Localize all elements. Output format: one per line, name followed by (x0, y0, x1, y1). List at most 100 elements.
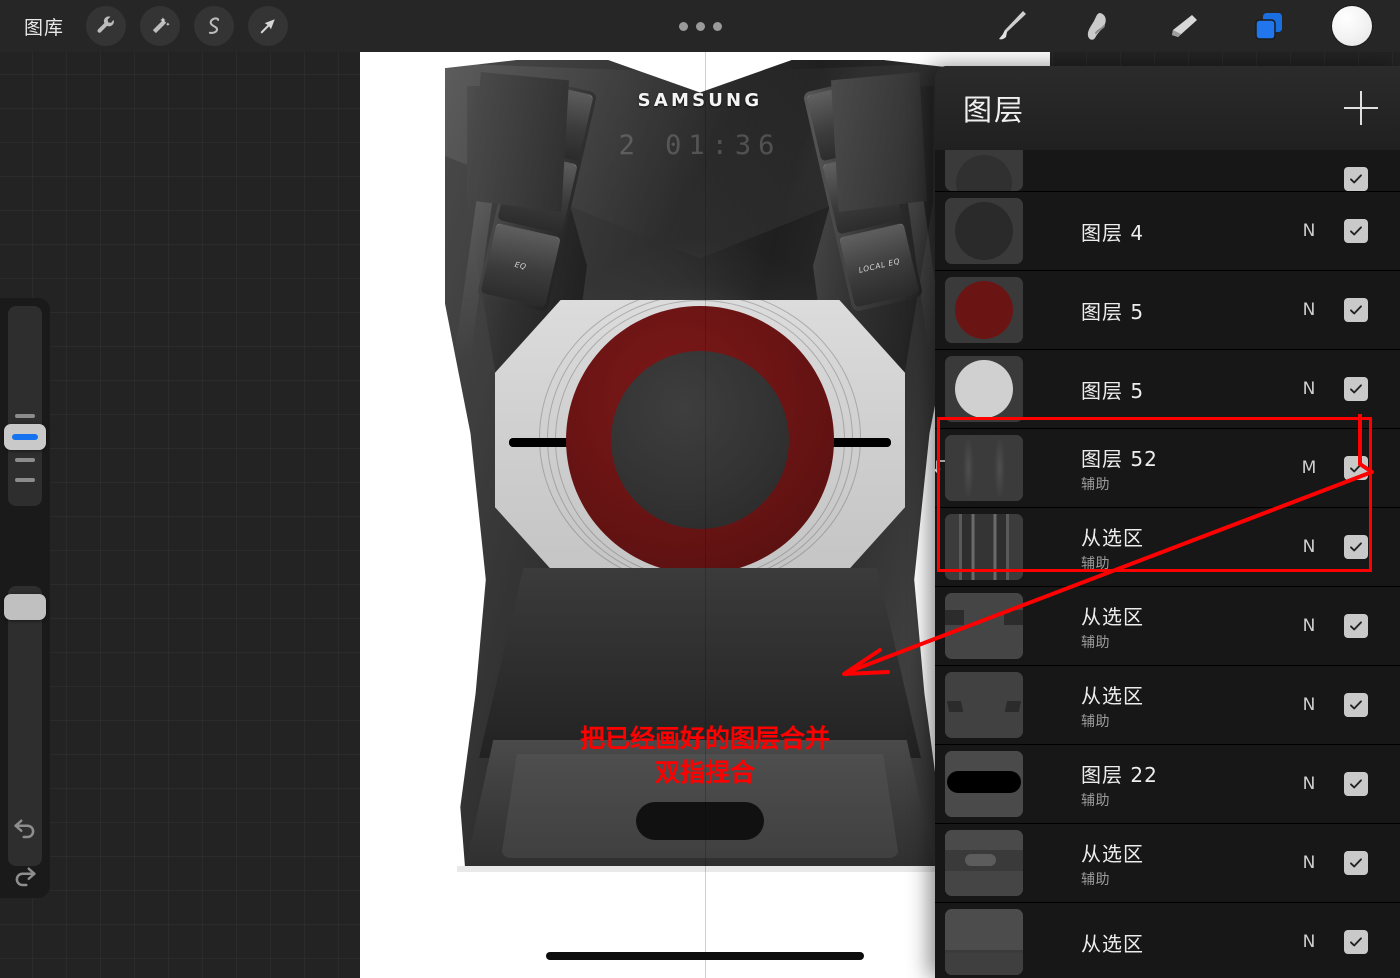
eraser-button[interactable] (1160, 3, 1206, 49)
layer-thumbnail[interactable] (945, 435, 1023, 501)
base-bottom-edge (457, 866, 943, 872)
thumb-shape (945, 909, 1023, 975)
transform-button[interactable] (248, 6, 288, 46)
brush-size-handle[interactable] (4, 424, 46, 450)
layer-thumbnail[interactable] (945, 356, 1023, 422)
layers-panel[interactable]: 图层 图层 4N图层 5N图层 5N图层 52辅助M从选区辅助N从选区辅助N从选… (935, 66, 1400, 978)
layer-row[interactable]: 从选区辅助N (935, 666, 1400, 745)
layer-thumbnail[interactable] (945, 909, 1023, 975)
eq-key-label: EQ (514, 260, 528, 272)
layer-row[interactable]: 从选区辅助N (935, 508, 1400, 587)
gallery-button[interactable]: 图库 (16, 13, 72, 40)
layer-thumbnail[interactable] (945, 198, 1023, 264)
lower-panel-left (473, 72, 569, 212)
layer-thumbnail[interactable] (945, 751, 1023, 817)
top-toolbar[interactable]: 图库 (0, 0, 1400, 52)
checkmark-icon (1348, 171, 1364, 187)
layer-name: 从选区 (1081, 522, 1292, 551)
checkmark-icon (1348, 855, 1364, 871)
layer-visibility-checkbox[interactable] (1344, 219, 1368, 243)
layer-name: 图层 52 (1081, 443, 1292, 472)
thumb-shape (955, 281, 1013, 339)
layer-name: 图层 5 (1081, 375, 1292, 404)
brush-size-slider[interactable] (8, 306, 42, 506)
layer-sublabel: 辅助 (1081, 474, 1292, 494)
blend-mode-indicator[interactable]: N (1292, 853, 1326, 873)
layer-visibility-checkbox[interactable] (1344, 298, 1368, 322)
layer-thumbnail[interactable] (945, 514, 1023, 580)
blend-mode-indicator[interactable]: N (1292, 300, 1326, 320)
layer-row[interactable]: 图层 52辅助M (935, 429, 1400, 508)
blend-mode-indicator[interactable]: N (1292, 774, 1326, 794)
checkmark-icon (1348, 223, 1364, 239)
layer-visibility-checkbox[interactable] (1344, 851, 1368, 875)
layer-row[interactable]: 从选区N (935, 903, 1400, 978)
layer-thumbnail[interactable] (945, 277, 1023, 343)
layer-row[interactable] (935, 150, 1400, 192)
annotation-line-2: 双指捏合 (655, 758, 755, 787)
layers-button[interactable] (1246, 3, 1292, 49)
layer-row[interactable]: 图层 5N (935, 271, 1400, 350)
checkmark-icon (1348, 934, 1364, 950)
blend-mode-indicator[interactable]: N (1292, 695, 1326, 715)
thumb-shape (945, 751, 1023, 817)
layer-visibility-checkbox[interactable] (1344, 377, 1368, 401)
layers-panel-title: 图层 (963, 87, 1025, 129)
layer-visibility-checkbox[interactable] (1344, 693, 1368, 717)
brush-button[interactable] (988, 3, 1034, 49)
layer-visibility-checkbox[interactable] (1344, 614, 1368, 638)
undo-icon[interactable] (10, 812, 40, 842)
layers-panel-header: 图层 (935, 66, 1400, 150)
layer-list[interactable]: 图层 4N图层 5N图层 5N图层 52辅助M从选区辅助N从选区辅助N从选区辅助… (935, 150, 1400, 978)
thumb-shape (955, 202, 1013, 260)
layer-name: 从选区 (1081, 601, 1292, 630)
base-pill-cutout (636, 802, 764, 840)
eraser-icon (1162, 5, 1204, 47)
layer-name: 图层 5 (1081, 296, 1292, 325)
layer-sublabel: 辅助 (1081, 869, 1292, 889)
thumb-shape (945, 830, 1023, 896)
dot-1 (679, 22, 688, 31)
opacity-handle[interactable] (4, 594, 46, 620)
layer-visibility-checkbox[interactable] (1344, 167, 1368, 191)
layer-row[interactable]: 图层 5N (935, 350, 1400, 429)
checkmark-icon (1348, 776, 1364, 792)
checkmark-icon (1348, 618, 1364, 634)
layer-label-group: 从选区 (1081, 928, 1292, 957)
layer-label-group: 图层 22辅助 (1081, 759, 1292, 810)
thumb-shape (945, 672, 1023, 738)
blend-mode-indicator[interactable]: N (1292, 616, 1326, 636)
layer-visibility-checkbox[interactable] (1344, 456, 1368, 480)
dot-3 (713, 22, 722, 31)
selection-button[interactable] (194, 6, 234, 46)
adjustments-wand-button[interactable] (140, 6, 180, 46)
layer-thumbnail[interactable] (945, 593, 1023, 659)
blend-mode-indicator[interactable]: N (1292, 537, 1326, 557)
blend-mode-indicator[interactable]: N (1292, 221, 1326, 241)
color-swatch-button[interactable] (1332, 6, 1372, 46)
layer-thumbnail[interactable] (945, 672, 1023, 738)
tool-sidebar[interactable] (0, 298, 50, 898)
layer-row[interactable]: 图层 4N (935, 192, 1400, 271)
layer-thumbnail[interactable] (945, 830, 1023, 896)
blend-mode-indicator[interactable]: M (1292, 458, 1326, 478)
layer-row[interactable]: 图层 22辅助N (935, 745, 1400, 824)
layer-label-group: 图层 5 (1081, 375, 1292, 404)
actions-wrench-button[interactable] (86, 6, 126, 46)
smudge-button[interactable] (1074, 3, 1120, 49)
blend-mode-indicator[interactable]: N (1292, 932, 1326, 952)
redo-icon[interactable] (10, 860, 40, 890)
blend-mode-indicator[interactable]: N (1292, 379, 1326, 399)
checkmark-icon (1348, 381, 1364, 397)
add-layer-button[interactable] (1344, 91, 1378, 125)
layer-visibility-checkbox[interactable] (1344, 535, 1368, 559)
layer-thumbnail[interactable] (945, 150, 1023, 191)
local-eq-label: LOCAL EQ (858, 256, 901, 275)
layer-row[interactable]: 从选区辅助N (935, 824, 1400, 903)
layer-visibility-checkbox[interactable] (1344, 772, 1368, 796)
layer-row[interactable]: 从选区辅助N (935, 587, 1400, 666)
layer-visibility-checkbox[interactable] (1344, 930, 1368, 954)
layer-label-group: 从选区辅助 (1081, 838, 1292, 889)
wrench-icon (95, 15, 117, 37)
symmetry-guide-line (705, 52, 706, 978)
